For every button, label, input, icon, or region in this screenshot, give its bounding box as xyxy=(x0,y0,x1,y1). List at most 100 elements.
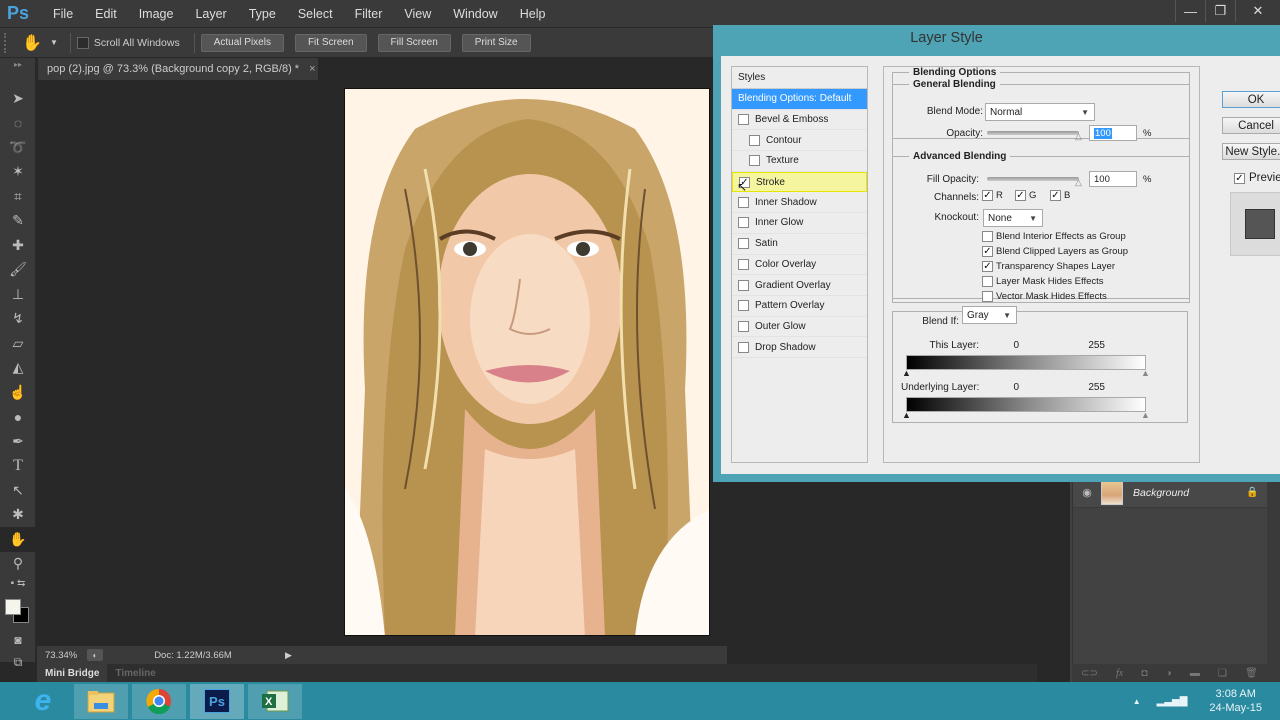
type-tool-icon[interactable]: T xyxy=(0,454,36,479)
this-layer-white-slider[interactable]: ▲ xyxy=(1141,368,1150,378)
status-menu-arrow-icon[interactable]: ▶ xyxy=(285,650,292,661)
crop-tool-icon[interactable]: ⌗ xyxy=(0,184,36,209)
style-checkbox[interactable] xyxy=(738,196,749,208)
preview-checkbox[interactable]: ✓ Preview xyxy=(1234,172,1280,184)
visibility-eye-icon[interactable]: ◉ xyxy=(1073,486,1101,499)
history-brush-tool-icon[interactable]: ↯ xyxy=(0,307,36,332)
opacity-slider-thumb[interactable]: △ xyxy=(1075,132,1085,141)
menu-filter[interactable]: Filter xyxy=(344,7,394,21)
blend-interior-effects-checkbox[interactable]: Blend Interior Effects as Group xyxy=(982,231,1126,242)
this-layer-black-slider[interactable]: ▲ xyxy=(902,368,911,378)
clock[interactable]: 3:08 AM 24-May-15 xyxy=(1209,687,1262,715)
screen-mode-icon[interactable]: ⧉ xyxy=(0,650,36,675)
checkbox-checked[interactable]: ✓ xyxy=(982,261,993,272)
checkbox-checked[interactable]: ✓ xyxy=(982,246,993,257)
fx-icon[interactable]: fx xyxy=(1116,668,1123,679)
menu-help[interactable]: Help xyxy=(509,7,557,21)
menu-image[interactable]: Image xyxy=(128,7,185,21)
canvas-area[interactable] xyxy=(37,80,717,645)
transparency-shapes-layer-checkbox[interactable]: ✓ Transparency Shapes Layer xyxy=(982,261,1115,272)
tab-timeline[interactable]: Timeline xyxy=(107,668,163,679)
actual-pixels-button[interactable]: Actual Pixels xyxy=(200,33,284,52)
brush-tool-icon[interactable]: 🖌 xyxy=(0,258,36,283)
new-layer-icon[interactable]: ❏ xyxy=(1218,668,1227,679)
opacity-input[interactable]: 100 xyxy=(1089,125,1137,141)
style-pattern-overlay[interactable]: Pattern Overlay xyxy=(732,296,867,317)
checkbox-checked[interactable]: ✓ xyxy=(1015,190,1026,201)
style-checkbox[interactable] xyxy=(738,217,749,229)
close-button[interactable]: ✕ xyxy=(1235,0,1280,22)
style-bevel-emboss[interactable]: Bevel & Emboss xyxy=(732,110,867,131)
menu-edit[interactable]: Edit xyxy=(84,7,128,21)
style-checkbox[interactable] xyxy=(738,300,749,312)
checkbox[interactable] xyxy=(982,231,993,242)
ok-button[interactable]: OK xyxy=(1222,91,1280,108)
menu-type[interactable]: Type xyxy=(238,7,287,21)
styles-header[interactable]: Styles xyxy=(732,67,867,89)
excel-icon[interactable]: X xyxy=(248,683,302,719)
panel-scrollbar[interactable] xyxy=(1267,478,1280,682)
eraser-tool-icon[interactable]: ▱ xyxy=(0,331,36,356)
healing-brush-tool-icon[interactable]: ✚ xyxy=(0,233,36,258)
new-style-button[interactable]: New Style... xyxy=(1222,143,1280,160)
style-checkbox[interactable] xyxy=(738,279,749,291)
style-checkbox[interactable] xyxy=(738,258,749,270)
adjustment-layer-icon[interactable]: ◑ xyxy=(1166,668,1172,679)
blend-clipped-layers-checkbox[interactable]: ✓ Blend Clipped Layers as Group xyxy=(982,246,1128,257)
add-mask-icon[interactable]: ◘ xyxy=(1141,668,1147,679)
internet-explorer-icon[interactable]: e xyxy=(16,684,70,719)
menu-view[interactable]: View xyxy=(393,7,442,21)
checkbox-checked[interactable]: ✓ xyxy=(1234,172,1245,184)
minimize-button[interactable]: — xyxy=(1175,0,1205,22)
quick-mask-icon[interactable]: ◙ xyxy=(0,628,36,653)
foreground-color-swatch[interactable] xyxy=(5,599,21,615)
layer-mask-hides-effects-checkbox[interactable]: Layer Mask Hides Effects xyxy=(982,276,1104,287)
style-satin[interactable]: Satin xyxy=(732,234,867,255)
style-blending-options[interactable]: Blending Options: Default xyxy=(732,89,867,110)
style-outer-glow[interactable]: Outer Glow xyxy=(732,317,867,338)
cancel-button[interactable]: Cancel xyxy=(1222,117,1280,134)
menu-window[interactable]: Window xyxy=(442,7,508,21)
style-stroke[interactable]: ✓ Stroke ↖ xyxy=(732,171,867,194)
lasso-tool-icon[interactable]: ➰ xyxy=(0,135,36,160)
channel-b-checkbox[interactable]: ✓ B xyxy=(1050,190,1070,201)
proof-settings-icon[interactable]: ◐ xyxy=(87,649,103,661)
clone-stamp-tool-icon[interactable]: ⊥ xyxy=(0,282,36,307)
style-inner-shadow[interactable]: Inner Shadow xyxy=(732,192,867,214)
menu-file[interactable]: File xyxy=(42,7,84,21)
hand-tool-icon[interactable]: ✋ xyxy=(0,527,36,552)
tab-mini-bridge[interactable]: Mini Bridge xyxy=(37,664,108,682)
style-color-overlay[interactable]: Color Overlay xyxy=(732,255,867,276)
zoom-tool-icon[interactable]: ⚲ xyxy=(0,552,36,577)
network-signal-icon[interactable]: ▂▃▅▇ xyxy=(1157,696,1188,707)
custom-shape-tool-icon[interactable]: ✱ xyxy=(0,503,36,528)
new-group-icon[interactable]: ▬ xyxy=(1190,668,1200,679)
options-bar-grip[interactable] xyxy=(4,32,12,53)
magic-wand-tool-icon[interactable]: ✶ xyxy=(0,160,36,185)
scroll-all-windows-checkbox[interactable]: Scroll All Windows xyxy=(76,36,180,49)
restore-button[interactable]: ❐ xyxy=(1205,0,1235,22)
collapse-toolbox-icon[interactable]: ▸▸ xyxy=(0,58,36,70)
fill-opacity-slider-thumb[interactable]: △ xyxy=(1075,178,1085,187)
zoom-level[interactable]: 73.34% xyxy=(37,650,87,661)
chrome-icon[interactable] xyxy=(132,683,186,719)
style-checkbox[interactable] xyxy=(738,238,749,250)
underlying-layer-black-slider[interactable]: ▲ xyxy=(902,410,911,420)
layer-row[interactable]: ◉ Background 🔒 xyxy=(1073,478,1268,508)
print-size-button[interactable]: Print Size xyxy=(461,33,531,52)
eyedropper-tool-icon[interactable]: ✎ xyxy=(0,209,36,234)
checkbox-checked[interactable]: ✓ xyxy=(1050,190,1061,201)
smudge-tool-icon[interactable]: ☝ xyxy=(0,380,36,405)
show-hidden-icons[interactable]: ▲ xyxy=(1133,697,1141,706)
pen-tool-icon[interactable]: ✒ xyxy=(0,429,36,454)
hand-icon[interactable]: ✋ xyxy=(20,33,44,53)
document-tab[interactable]: pop (2).jpg @ 73.3% (Background copy 2, … xyxy=(38,58,318,80)
style-gradient-overlay[interactable]: Gradient Overlay xyxy=(732,275,867,296)
path-selection-tool-icon[interactable]: ↖ xyxy=(0,478,36,503)
close-document-icon[interactable]: × xyxy=(309,63,315,75)
knockout-select[interactable]: None ▼ xyxy=(983,209,1043,227)
blend-mode-select[interactable]: Normal ▼ xyxy=(985,103,1095,121)
link-layers-icon[interactable]: ⊂⊃ xyxy=(1081,668,1098,679)
checkbox[interactable] xyxy=(982,276,993,287)
style-checkbox[interactable] xyxy=(738,114,749,126)
